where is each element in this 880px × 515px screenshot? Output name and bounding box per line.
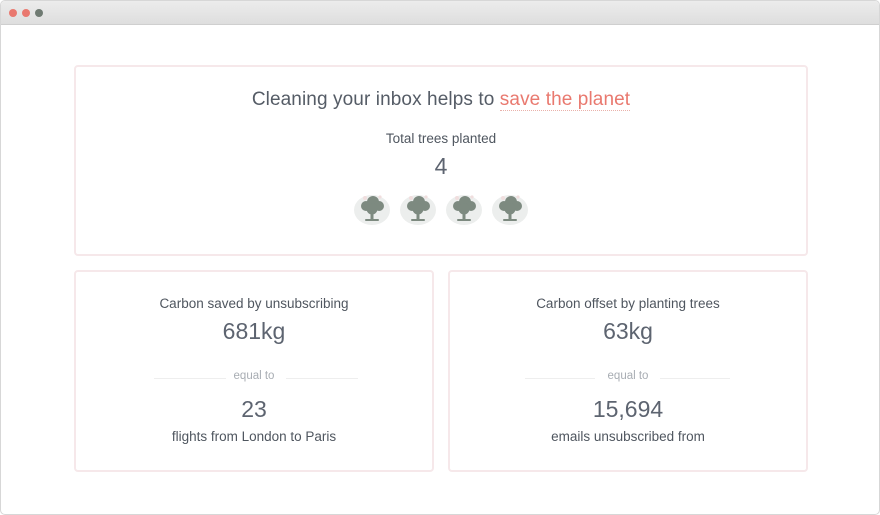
equal-to-divider: equal to (450, 370, 806, 386)
equal-to-label: equal to (233, 370, 275, 382)
trees-planted-label: Total trees planted (385, 131, 497, 146)
headline: Cleaning your inbox helps to save the pl… (76, 89, 806, 111)
headline-text: Cleaning your inbox helps to (251, 89, 495, 110)
browser-window: Cleaning your inbox helps to save the pl… (0, 0, 880, 515)
equal-to-divider: equal to (76, 370, 432, 386)
close-window-button[interactable] (9, 9, 17, 17)
equal-to-label: equal to (607, 370, 649, 382)
carbon-offset-title: Carbon offset by planting trees (536, 296, 720, 311)
window-titlebar (1, 1, 879, 25)
carbon-offset-card: Carbon offset by planting trees 63kg equ… (448, 270, 808, 472)
tree-icons-row (76, 192, 806, 226)
carbon-saved-card: Carbon saved by unsubscribing 681kg equa… (74, 270, 434, 472)
save-the-planet-link[interactable]: save the planet (499, 89, 631, 111)
maximize-window-button[interactable] (35, 9, 43, 17)
trees-planted-count: 4 (434, 153, 448, 179)
flights-count: 23 (241, 396, 267, 422)
flights-label: flights from London to Paris (171, 429, 337, 444)
tree-icon (445, 192, 483, 226)
emails-unsubscribed-label: emails unsubscribed from (551, 429, 705, 444)
trees-planted-card: Cleaning your inbox helps to save the pl… (74, 65, 808, 256)
tree-icon (399, 192, 437, 226)
minimize-window-button[interactable] (22, 9, 30, 17)
tree-icon (353, 192, 391, 226)
tree-icon (491, 192, 529, 226)
carbon-saved-value: 681kg (222, 318, 286, 344)
emails-unsubscribed-count: 15,694 (592, 396, 664, 422)
carbon-offset-value: 63kg (603, 318, 653, 344)
carbon-saved-title: Carbon saved by unsubscribing (159, 296, 349, 311)
